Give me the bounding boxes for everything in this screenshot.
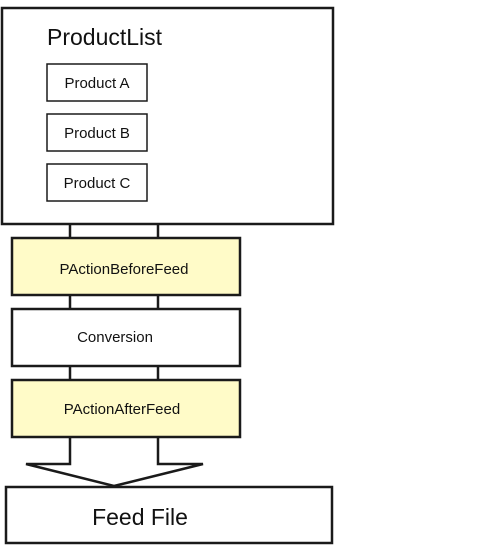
arrow-to-feed-file <box>25 437 204 488</box>
feed-file-label: Feed File <box>92 504 188 530</box>
product-label: Product A <box>64 75 129 92</box>
product-label: Product B <box>64 125 130 142</box>
product-list-title: ProductList <box>47 24 163 50</box>
step-label: Conversion <box>77 329 153 346</box>
product-label: Product C <box>64 175 131 192</box>
step-label: PActionBeforeFeed <box>60 261 189 278</box>
step-label: PActionAfterFeed <box>64 401 180 418</box>
flow-diagram: ProductList Product A Product B Product … <box>0 6 335 545</box>
